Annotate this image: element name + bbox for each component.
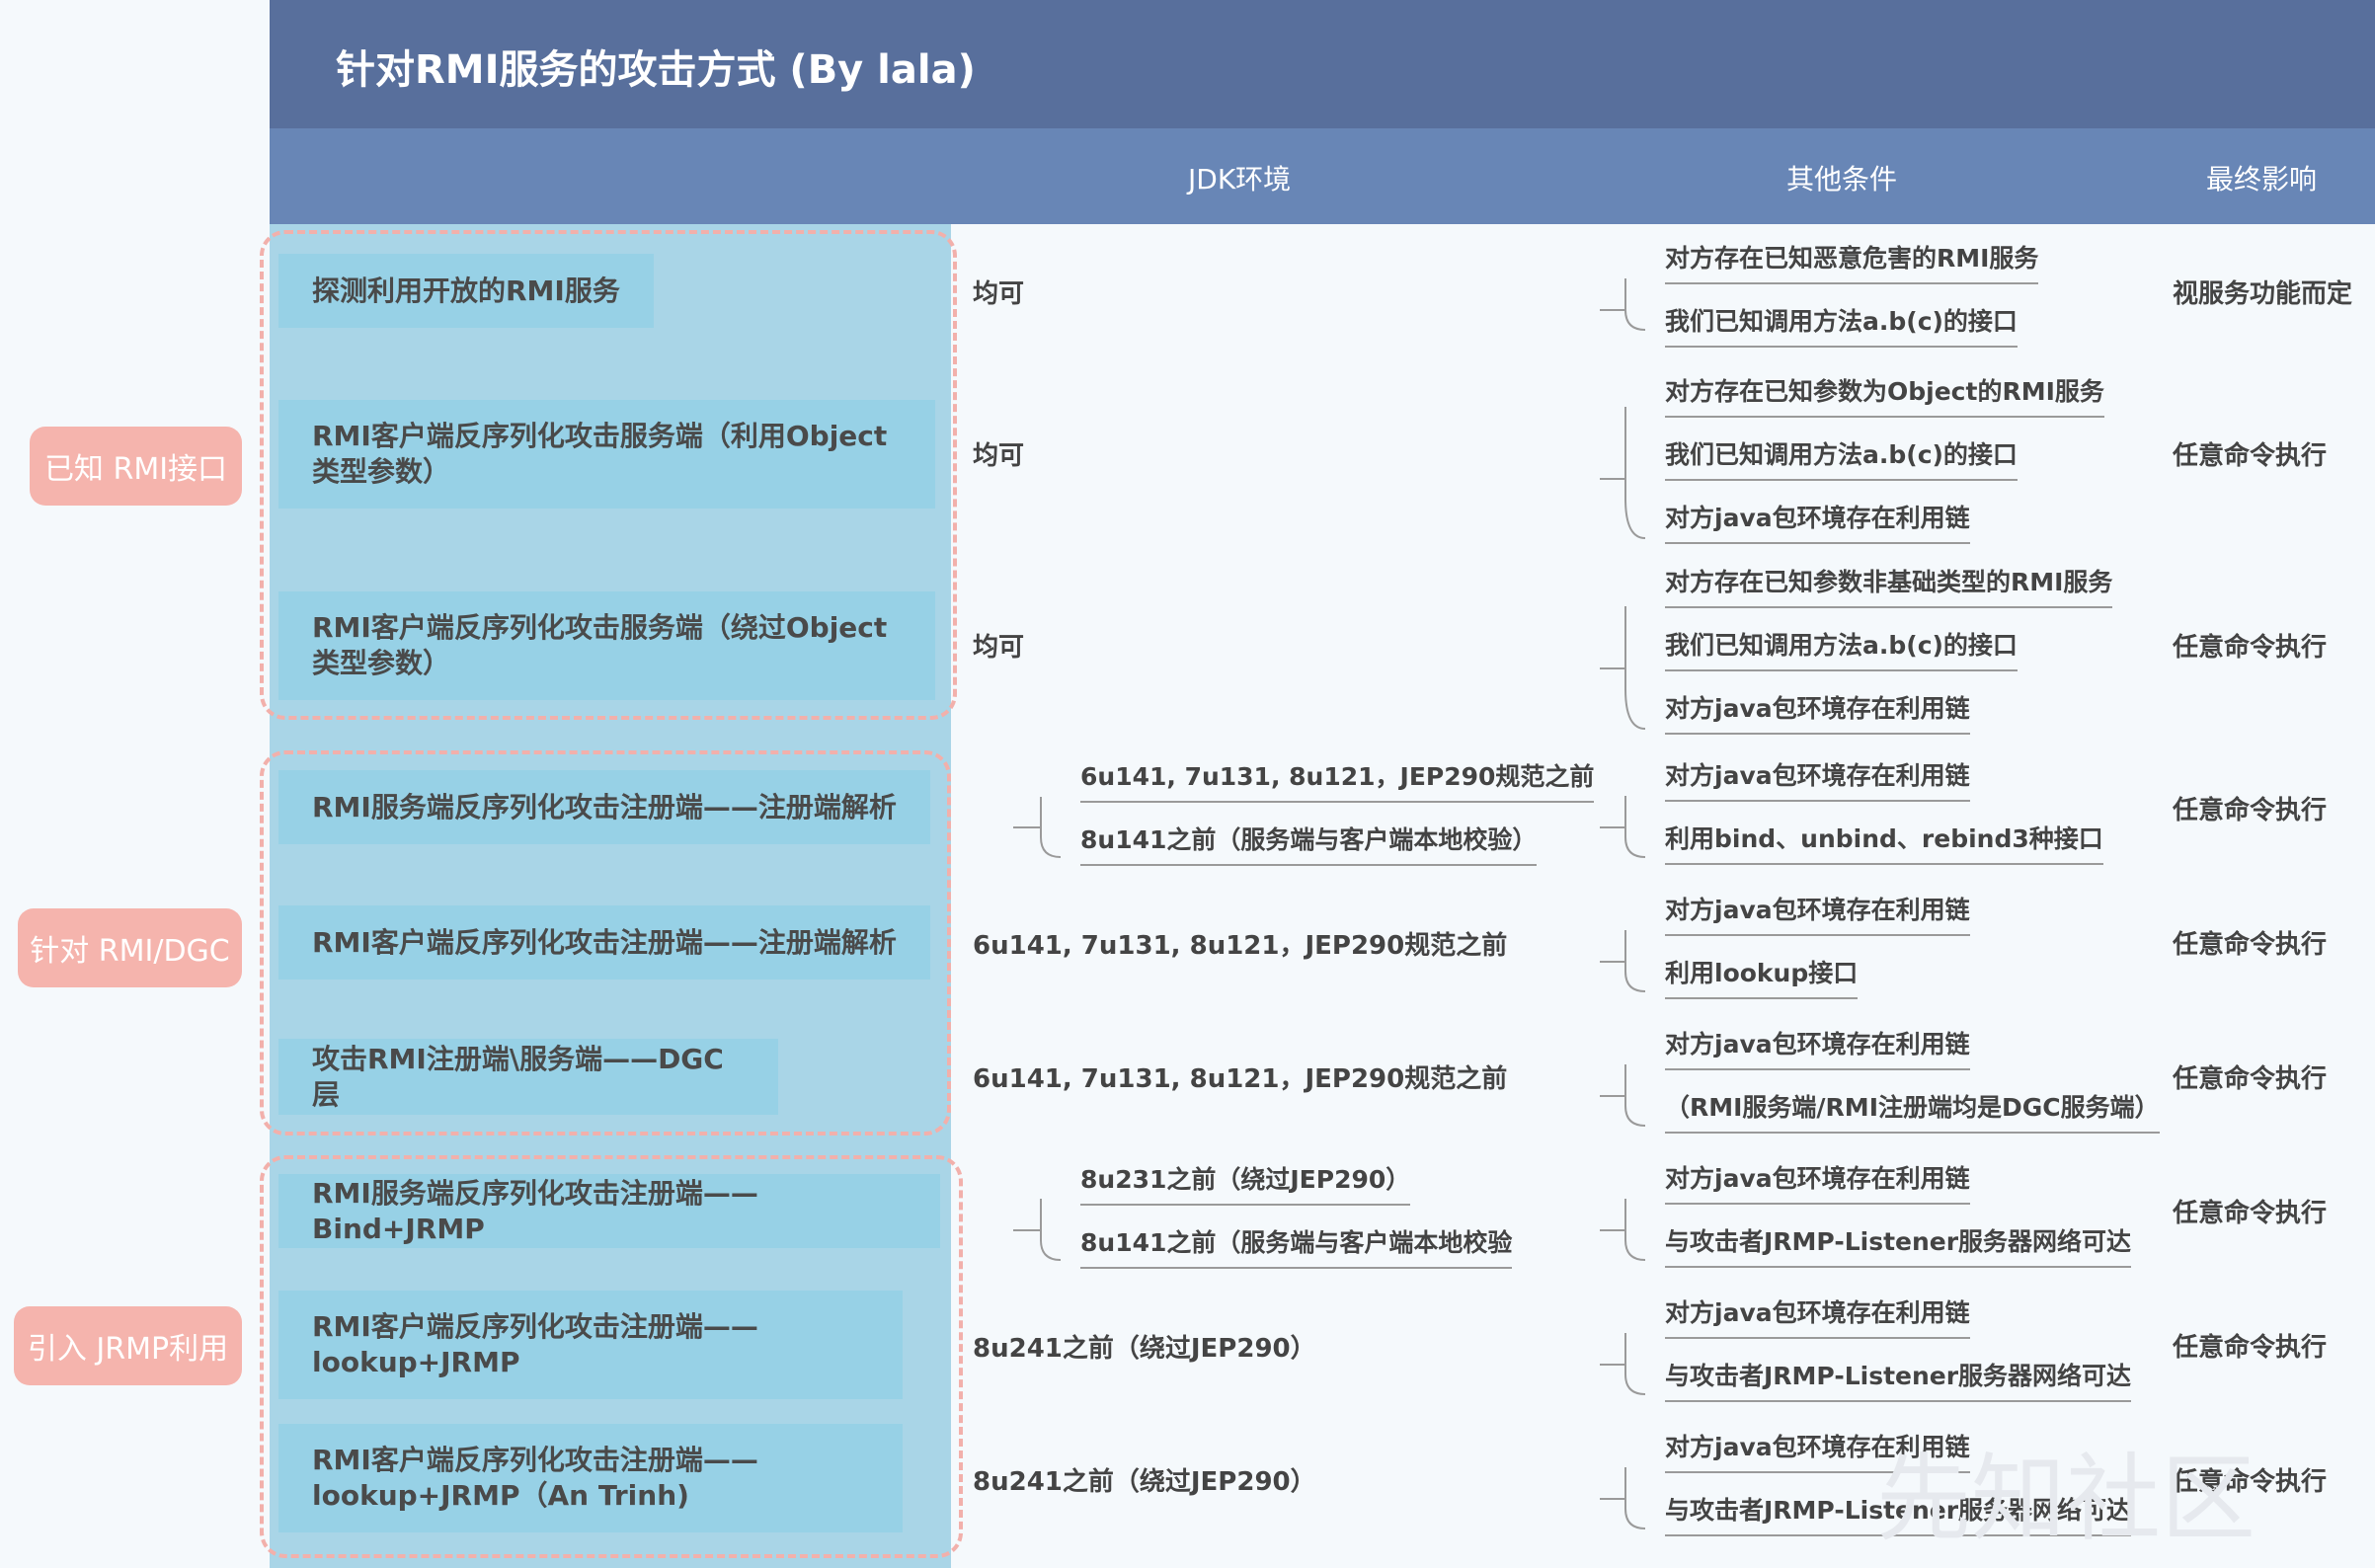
jdk-value: 8u141之前（服务端与客户端本地校验） [1080, 821, 1537, 866]
impact-value: 任意命令执行 [2173, 924, 2327, 961]
watermark: 先知社区 [1876, 1422, 2256, 1559]
jdk-value: 均可 [973, 627, 1024, 664]
jdk-value: 6u141, 7u131, 8u121，JEP290规范之前 [1080, 757, 1594, 803]
jdk-value: 8u241之前（绕过JEP290） [973, 1461, 1316, 1498]
condition-item: 对方java包环境存在利用链 [1665, 1159, 1970, 1205]
condition-item: 我们已知调用方法a.b(c)的接口 [1665, 302, 2018, 348]
condition-item: 与攻击者JRMP-Listener服务器网络可达 [1665, 1357, 2131, 1402]
jdk-value: 6u141, 7u131, 8u121，JEP290规范之前 [973, 1058, 1507, 1095]
impact-value: 任意命令执行 [2173, 790, 2327, 826]
condition-item: 对方java包环境存在利用链 [1665, 756, 1970, 802]
condition-item: 我们已知调用方法a.b(c)的接口 [1665, 626, 2018, 671]
condition-item: 与攻击者JRMP-Listener服务器网络可达 [1665, 1222, 2131, 1268]
impact-value: 任意命令执行 [2173, 435, 2327, 472]
jdk-value: 均可 [973, 274, 1024, 310]
condition-item: 利用bind、unbind、rebind3种接口 [1665, 820, 2103, 865]
jdk-value: 8u141之前（服务端与客户端本地校验 [1080, 1223, 1512, 1269]
condition-item: 对方java包环境存在利用链 [1665, 689, 1970, 735]
condition-item: 对方java包环境存在利用链 [1665, 499, 1970, 544]
condition-item: 对方java包环境存在利用链 [1665, 1294, 1970, 1339]
condition-item: （RMI服务端/RMI注册端均是DGC服务端） [1665, 1088, 2160, 1134]
impact-value: 任意命令执行 [2173, 627, 2327, 664]
impact-value: 任意命令执行 [2173, 1327, 2327, 1364]
condition-item: 对方存在已知参数为Object的RMI服务 [1665, 372, 2104, 418]
jdk-value: 6u141, 7u131, 8u121，JEP290规范之前 [973, 925, 1507, 962]
impact-value: 视服务功能而定 [2173, 274, 2352, 310]
condition-item: 利用lookup接口 [1665, 954, 1858, 999]
condition-item: 对方存在已知恶意危害的RMI服务 [1665, 239, 2038, 284]
jdk-value: 均可 [973, 435, 1024, 472]
jdk-value: 8u231之前（绕过JEP290） [1080, 1160, 1410, 1206]
condition-item: 对方存在已知参数非基础类型的RMI服务 [1665, 563, 2112, 608]
condition-item: 对方java包环境存在利用链 [1665, 1025, 1970, 1070]
condition-item: 对方java包环境存在利用链 [1665, 891, 1970, 936]
impact-value: 任意命令执行 [2173, 1193, 2327, 1229]
impact-value: 任意命令执行 [2173, 1058, 2327, 1095]
jdk-value: 8u241之前（绕过JEP290） [973, 1328, 1316, 1365]
condition-item: 我们已知调用方法a.b(c)的接口 [1665, 435, 2018, 481]
